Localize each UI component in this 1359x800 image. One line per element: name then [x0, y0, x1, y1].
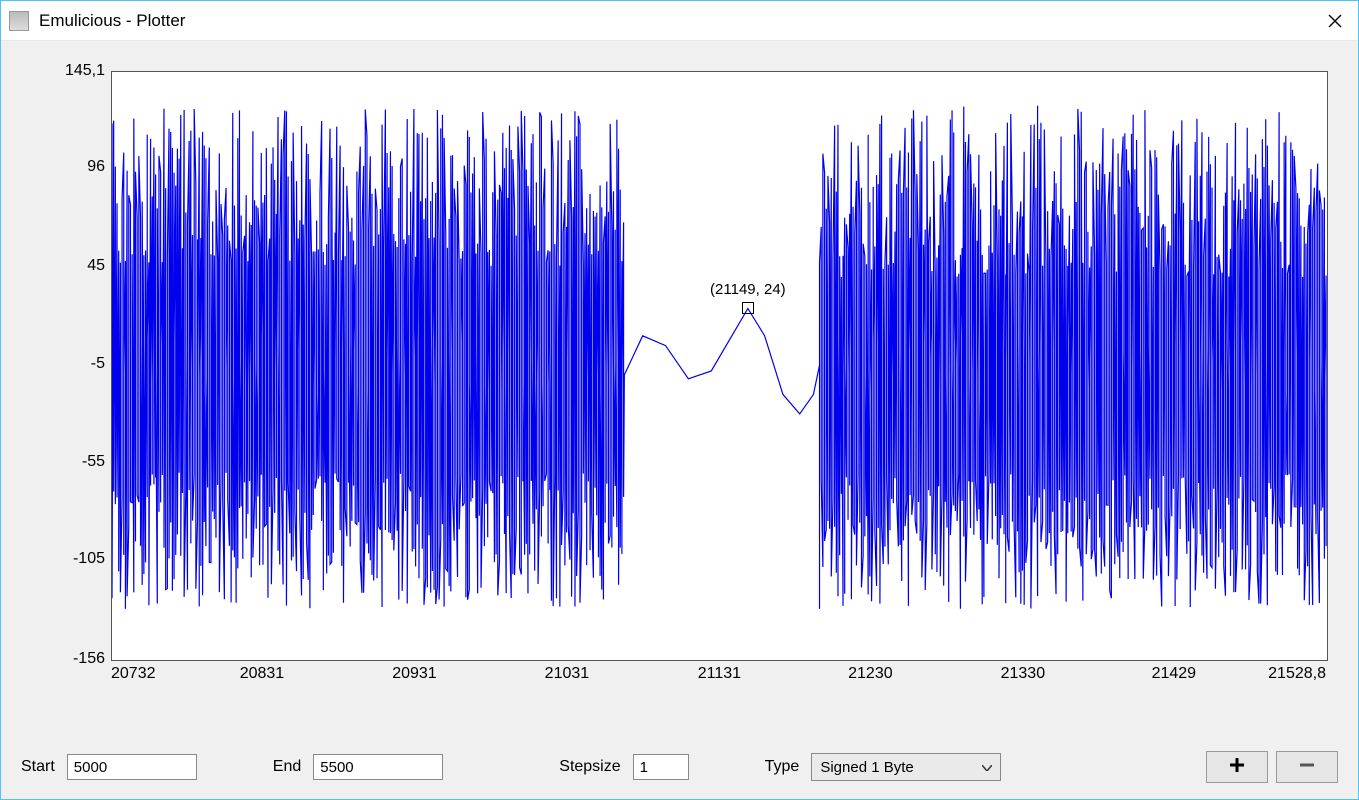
- x-axis-labels: 20732 20831 20931 21031 21131 21230 21330 21429…: [111, 663, 1328, 687]
- y-tick-label: 45: [87, 257, 105, 275]
- content-area: 145,1 96 45 -5 -55 -105 -156 (21149, 24) 20732…: [1, 41, 1358, 799]
- end-input[interactable]: [313, 754, 443, 780]
- start-input[interactable]: [67, 754, 197, 780]
- x-tick-label: 21528,8: [1268, 665, 1326, 683]
- app-icon: [9, 11, 29, 31]
- close-button[interactable]: [1312, 1, 1358, 41]
- y-tick-label: -105: [73, 550, 105, 568]
- plotter-window: Emulicious - Plotter 145,1 96 45 -5 -55 -105 -…: [0, 0, 1359, 800]
- y-tick-label: -5: [91, 355, 105, 373]
- y-tick-label: 145,1: [65, 62, 105, 80]
- plot-area: 145,19645-5-55-105-156 (21149, 24) 20732…: [31, 71, 1328, 729]
- cursor-tooltip: (21149, 24): [710, 281, 786, 298]
- chevron-down-icon: [982, 760, 992, 774]
- stepsize-label: Stepsize: [559, 758, 620, 776]
- y-axis-labels: 145,19645-5-55-105-156: [31, 71, 109, 661]
- x-tick-label: 21230: [848, 665, 893, 683]
- stepsize-input[interactable]: [633, 754, 689, 780]
- y-tick-label: 96: [87, 158, 105, 176]
- x-tick-label: 21330: [1001, 665, 1046, 683]
- plot-canvas[interactable]: (21149, 24): [111, 71, 1328, 661]
- x-tick-label: 21031: [545, 665, 590, 683]
- start-label: Start: [21, 758, 55, 776]
- close-icon: [1328, 14, 1342, 28]
- y-tick-label: -156: [73, 650, 105, 668]
- x-tick-label: 21429: [1152, 665, 1197, 683]
- end-label: End: [273, 758, 301, 776]
- remove-button[interactable]: [1276, 751, 1338, 783]
- x-tick-label: 20831: [240, 665, 285, 683]
- add-button[interactable]: [1206, 751, 1268, 783]
- type-label: Type: [765, 758, 800, 776]
- controls-bar: Start End Stepsize Type Signed 1 Byte: [21, 751, 1338, 783]
- y-tick-label: -55: [82, 453, 105, 471]
- minus-icon: [1299, 756, 1315, 779]
- type-select[interactable]: Signed 1 Byte: [811, 753, 1001, 781]
- window-title: Emulicious - Plotter: [39, 11, 185, 31]
- x-tick-label: 20931: [392, 665, 437, 683]
- type-select-value: Signed 1 Byte: [820, 759, 913, 776]
- waveform-line: [112, 106, 1326, 609]
- x-tick-label: 20732: [111, 665, 156, 683]
- plus-icon: [1229, 756, 1245, 779]
- titlebar[interactable]: Emulicious - Plotter: [1, 1, 1358, 41]
- cursor-marker: [742, 302, 754, 314]
- x-tick-label: 21131: [698, 665, 741, 683]
